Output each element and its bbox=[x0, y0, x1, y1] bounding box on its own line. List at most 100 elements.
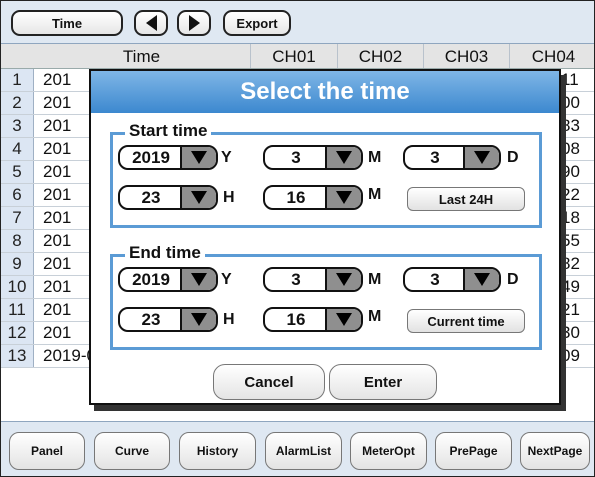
ch04-cell: 82 bbox=[561, 254, 580, 273]
export-button[interactable]: Export bbox=[223, 10, 291, 36]
ch04-cell: 83 bbox=[561, 116, 580, 135]
time-button-label: Time bbox=[51, 15, 83, 31]
time-cell: 201 bbox=[43, 70, 72, 89]
start-year-dropdown[interactable] bbox=[180, 147, 216, 168]
end-hour-dropdown[interactable] bbox=[180, 309, 216, 330]
ch04-cell: 30 bbox=[561, 323, 580, 342]
end-minute-value: 16 bbox=[286, 310, 306, 329]
triangle-down-icon bbox=[191, 273, 207, 286]
end-year-unit: Y bbox=[221, 271, 232, 288]
end-year-dropdown[interactable] bbox=[180, 269, 216, 290]
export-button-label: Export bbox=[236, 15, 278, 31]
ch04-cell: 49 bbox=[561, 277, 580, 296]
nav-prepage-label: PrePage bbox=[449, 444, 498, 458]
nav-meteropt-button[interactable]: MeterOpt bbox=[350, 432, 427, 470]
previous-button[interactable] bbox=[134, 10, 168, 36]
start-hour-spinner[interactable]: 23 bbox=[118, 185, 218, 210]
start-year-value: 2019 bbox=[132, 148, 170, 167]
end-month-unit: M bbox=[368, 271, 382, 288]
end-day-unit: D bbox=[507, 271, 519, 288]
start-year-spinner[interactable]: 2019 bbox=[118, 145, 218, 170]
start-day-unit: D bbox=[507, 149, 519, 166]
cancel-button[interactable]: Cancel bbox=[213, 364, 325, 400]
column-header-ch04: CH04 bbox=[509, 44, 594, 68]
start-month-dropdown[interactable] bbox=[325, 147, 361, 168]
triangle-down-icon bbox=[474, 273, 490, 286]
start-hour-unit: H bbox=[223, 189, 235, 206]
start-hour-dropdown[interactable] bbox=[180, 187, 216, 208]
start-time-label: Start time bbox=[125, 121, 212, 141]
end-minute-dropdown[interactable] bbox=[325, 309, 361, 330]
nav-nextpage-button[interactable]: NextPage bbox=[520, 432, 590, 470]
row-number: 8 bbox=[1, 230, 34, 252]
app-window: Time Export Time CH01 CH02 CH03 CH04 1 20… bbox=[0, 0, 595, 477]
nav-history-button[interactable]: History bbox=[179, 432, 256, 470]
nav-prepage-button[interactable]: PrePage bbox=[435, 432, 512, 470]
current-time-button[interactable]: Current time bbox=[407, 309, 525, 333]
end-hour-unit: H bbox=[223, 311, 235, 328]
column-header-ch03: CH03 bbox=[423, 44, 509, 68]
select-time-dialog: Select the time Start time 2019 Y 3 M 3 … bbox=[89, 69, 561, 405]
time-button[interactable]: Time bbox=[11, 10, 123, 36]
ch04-cell: 08 bbox=[561, 139, 580, 158]
end-month-spinner[interactable]: 3 bbox=[263, 267, 363, 292]
time-cell: 201 bbox=[43, 208, 72, 227]
time-cell: 201 bbox=[43, 300, 72, 319]
start-minute-spinner[interactable]: 16 bbox=[263, 185, 363, 210]
end-minute-spinner[interactable]: 16 bbox=[263, 307, 363, 332]
start-year-unit: Y bbox=[221, 149, 232, 166]
column-header-ch02: CH02 bbox=[337, 44, 423, 68]
next-button[interactable] bbox=[177, 10, 211, 36]
end-year-spinner[interactable]: 2019 bbox=[118, 267, 218, 292]
nav-alarmlist-button[interactable]: AlarmList bbox=[265, 432, 342, 470]
cancel-label: Cancel bbox=[244, 373, 294, 391]
nav-curve-label: Curve bbox=[114, 444, 149, 458]
start-month-spinner[interactable]: 3 bbox=[263, 145, 363, 170]
row-number: 5 bbox=[1, 161, 34, 183]
ch04-cell: 55 bbox=[561, 231, 580, 250]
nav-nextpage-label: NextPage bbox=[527, 444, 583, 458]
nav-history-label: History bbox=[196, 444, 239, 458]
enter-button[interactable]: Enter bbox=[329, 364, 437, 400]
start-day-spinner[interactable]: 3 bbox=[403, 145, 501, 170]
ch04-cell: 00 bbox=[561, 93, 580, 112]
start-day-dropdown[interactable] bbox=[463, 147, 499, 168]
triangle-down-icon bbox=[336, 191, 352, 204]
last-24h-button[interactable]: Last 24H bbox=[407, 187, 525, 211]
row-number: 10 bbox=[1, 276, 34, 298]
time-cell: 201 bbox=[43, 277, 72, 296]
time-cell: 201 bbox=[43, 185, 72, 204]
start-minute-value: 16 bbox=[286, 188, 306, 207]
nav-meteropt-label: MeterOpt bbox=[362, 444, 415, 458]
nav-panel-label: Panel bbox=[30, 444, 63, 458]
start-month-unit: M bbox=[368, 149, 382, 166]
column-header-ch01: CH01 bbox=[250, 44, 337, 68]
row-number: 9 bbox=[1, 253, 34, 275]
row-number: 7 bbox=[1, 207, 34, 229]
row-number: 11 bbox=[1, 299, 34, 321]
ch04-cell: 90 bbox=[561, 162, 580, 181]
nav-curve-button[interactable]: Curve bbox=[94, 432, 170, 470]
triangle-right-icon bbox=[188, 15, 200, 31]
table-header: Time CH01 CH02 CH03 CH04 bbox=[1, 44, 594, 69]
end-hour-spinner[interactable]: 23 bbox=[118, 307, 218, 332]
triangle-down-icon bbox=[191, 191, 207, 204]
nav-panel-button[interactable]: Panel bbox=[9, 432, 85, 470]
triangle-down-icon bbox=[191, 313, 207, 326]
time-cell: 201 bbox=[43, 254, 72, 273]
end-month-dropdown[interactable] bbox=[325, 269, 361, 290]
end-month-value: 3 bbox=[291, 270, 301, 289]
triangle-down-icon bbox=[336, 313, 352, 326]
current-time-label: Current time bbox=[427, 313, 505, 329]
ch04-cell: 09 bbox=[561, 346, 580, 365]
end-day-dropdown[interactable] bbox=[463, 269, 499, 290]
triangle-down-icon bbox=[191, 151, 207, 164]
end-hour-value: 23 bbox=[141, 310, 161, 329]
end-time-label: End time bbox=[125, 243, 205, 263]
row-number: 3 bbox=[1, 115, 34, 137]
start-hour-value: 23 bbox=[141, 188, 161, 207]
start-minute-unit: M bbox=[368, 186, 382, 203]
nav-alarmlist-label: AlarmList bbox=[275, 444, 332, 458]
end-day-spinner[interactable]: 3 bbox=[403, 267, 501, 292]
start-minute-dropdown[interactable] bbox=[325, 187, 361, 208]
